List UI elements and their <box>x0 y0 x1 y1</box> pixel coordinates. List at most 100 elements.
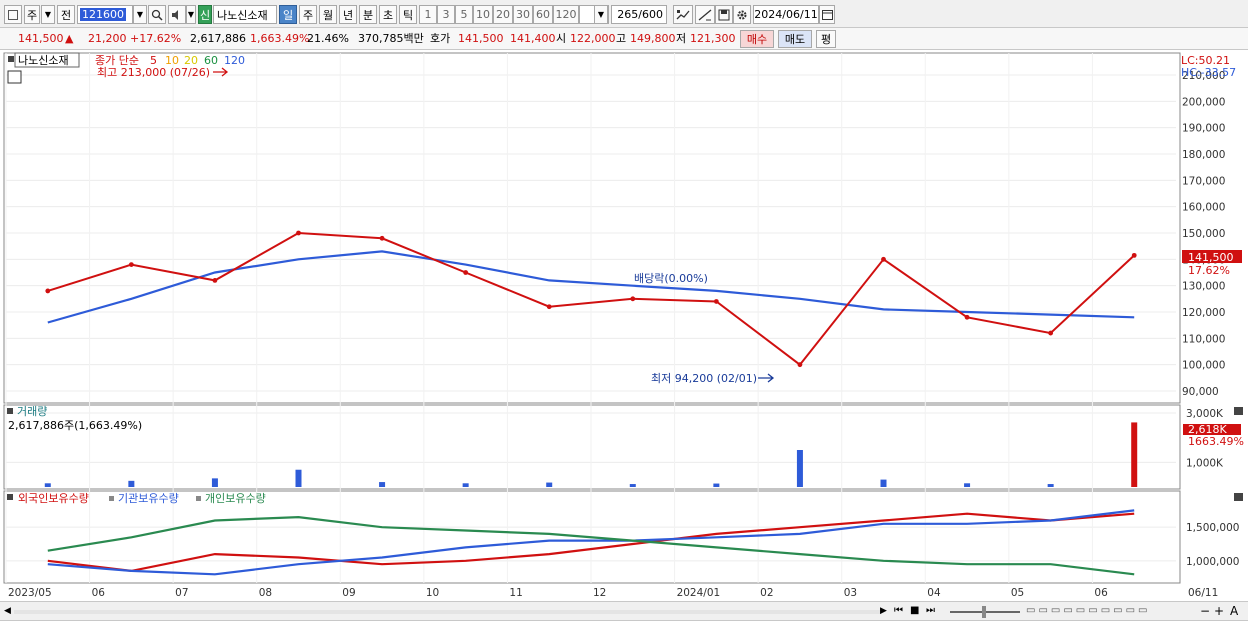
holding-y-axis: 1,000,000 1,500,000 <box>1186 522 1239 568</box>
view-tools-icons[interactable]: ▭▭▭▭▭▭▭▭▭▭ <box>1026 605 1150 616</box>
tab-period-week[interactable]: 주 <box>299 5 317 24</box>
volume-panel-frame <box>3 404 1181 490</box>
last-price-badge-text: 141,500 <box>1188 251 1234 264</box>
trade-amount: 370,785백만 <box>358 32 424 45</box>
volume-title: 거래량 <box>17 405 47 418</box>
price-y-tick-label: 160,000 <box>1182 202 1225 214</box>
tab-period-month[interactable]: 월 <box>319 5 337 24</box>
price-y-tick-label: 100,000 <box>1182 360 1225 372</box>
scroll-left-arrow-icon[interactable]: ◀ <box>4 606 11 616</box>
interval-5[interactable]: 5 <box>455 5 473 24</box>
period-prefix-button[interactable]: 주 <box>24 5 40 24</box>
tab-period-tick[interactable]: 틱 <box>399 5 417 24</box>
volume-bar <box>796 450 803 487</box>
stock-code-dropdown-chevron-icon[interactable]: ▼ <box>133 5 147 24</box>
price-change: 21,200 <box>88 32 127 45</box>
interval-30[interactable]: 30 <box>513 5 533 24</box>
interval-1[interactable]: 1 <box>419 5 437 24</box>
close-price-point <box>296 230 301 236</box>
close-price-point <box>630 296 636 302</box>
step-forward-icon[interactable]: ⏭ <box>926 605 935 616</box>
prev-button[interactable]: 전 <box>57 5 75 24</box>
data-count-field[interactable]: 265/600 <box>611 5 667 24</box>
volume-panel-marker-icon <box>7 408 13 414</box>
x-axis-label: 09 <box>342 587 355 599</box>
tab-period-second[interactable]: 초 <box>379 5 397 24</box>
sell-button[interactable]: 매도 <box>778 30 812 48</box>
window-icon[interactable] <box>4 5 22 24</box>
volume-bar <box>379 482 386 487</box>
volume-panel-close-icon[interactable] <box>1234 407 1243 415</box>
draw-line-icon[interactable] <box>695 5 715 24</box>
price-y-tick-label: 170,000 <box>1182 175 1225 187</box>
speaker-icon[interactable] <box>168 5 186 24</box>
x-axis-label: 05 <box>1011 587 1024 599</box>
chart-svg[interactable]: 90,000100,000110,000120,000130,000140,00… <box>0 51 1248 603</box>
eval-button[interactable]: 평 <box>816 30 836 48</box>
scroll-control-bar: ◀ ▶ ⏮ ■ ⏭ ▭▭▭▭▭▭▭▭▭▭ − + A <box>0 601 1248 621</box>
up-arrow-icon: ▲ <box>65 32 74 45</box>
tab-period-minute[interactable]: 분 <box>359 5 377 24</box>
data-table-icon[interactable] <box>7 70 22 84</box>
price-change-pct: +17.62% <box>130 32 182 45</box>
stock-code-input[interactable]: 121600 <box>77 5 133 24</box>
step-back-icon[interactable]: ⏮ <box>894 605 903 616</box>
data-count-total: /600 <box>638 8 663 21</box>
gear-icon[interactable] <box>733 5 751 24</box>
buy-button[interactable]: 매수 <box>740 30 774 48</box>
volume-bar <box>128 480 135 487</box>
stop-icon[interactable]: ■ <box>910 605 919 616</box>
x-axis-label: 03 <box>844 587 857 599</box>
price-y-axis: 90,000100,000110,000120,000130,000140,00… <box>1182 70 1225 398</box>
zoom-slider-handle[interactable] <box>982 606 986 618</box>
date-field[interactable]: 2024/06/11 <box>753 5 819 24</box>
dividend-annotation: 배당락(0.00%) <box>634 272 708 285</box>
holding-panel-marker-icon <box>7 494 13 500</box>
close-price-point <box>463 270 469 275</box>
search-icon[interactable] <box>148 5 166 24</box>
chart-area[interactable]: 90,000100,000110,000120,000130,000140,00… <box>0 51 1248 603</box>
zoom-in-icon[interactable]: + <box>1214 604 1224 618</box>
volume-bar <box>211 478 218 487</box>
indicator-tool-icon[interactable] <box>673 5 693 24</box>
calendar-icon[interactable] <box>819 5 835 24</box>
close-price-point <box>713 299 719 304</box>
auto-scale-icon[interactable]: A <box>1230 604 1238 618</box>
volume-bar <box>1047 484 1054 487</box>
volume-y-tick-label: 1,000K <box>1186 457 1224 469</box>
interval-60[interactable]: 60 <box>533 5 553 24</box>
last-pct-text: 17.62% <box>1188 264 1230 277</box>
holding-panel-close-icon[interactable] <box>1234 493 1243 501</box>
price-y-tick-label: 190,000 <box>1182 123 1225 135</box>
price-y-tick-label: 120,000 <box>1182 307 1225 319</box>
x-axis-label: 06 <box>1094 587 1108 599</box>
period-dropdown-chevron-icon[interactable]: ▼ <box>41 5 55 24</box>
x-axis-end-label: 06/11 <box>1188 587 1218 599</box>
price-panel-frame <box>3 52 1181 404</box>
close-price-point <box>212 278 218 283</box>
interval-120[interactable]: 120 <box>553 5 579 24</box>
interval-20[interactable]: 20 <box>493 5 513 24</box>
close-price-point <box>128 262 134 267</box>
speaker-dropdown-chevron-icon[interactable]: ▼ <box>186 5 196 24</box>
volume-pct: 1,663.49% <box>250 32 310 45</box>
tab-period-year[interactable]: 년 <box>339 5 357 24</box>
legend-institution: 기관보유수량 <box>118 492 179 505</box>
scroll-right-arrow-icon[interactable]: ▶ <box>880 606 887 616</box>
high-annotation: 최고 213,000 (07/26) <box>97 66 210 79</box>
x-axis-label: 07 <box>175 587 188 599</box>
volume-bar <box>295 469 302 487</box>
tab-period-day[interactable]: 일 <box>279 5 297 24</box>
horizontal-scrollbar[interactable] <box>14 610 880 614</box>
interval-10[interactable]: 10 <box>473 5 493 24</box>
price-y-tick-label: 200,000 <box>1182 96 1225 108</box>
turnover-rate: 21.46% <box>307 32 349 45</box>
volume-bar <box>462 483 469 487</box>
price-y-tick-label: 130,000 <box>1182 281 1225 293</box>
zoom-out-icon[interactable]: − <box>1200 604 1210 618</box>
close-price-point <box>45 288 51 294</box>
interval-3[interactable]: 3 <box>437 5 455 24</box>
save-icon[interactable] <box>715 5 733 24</box>
legend-separator-icon <box>109 496 114 501</box>
interval-dropdown-chevron-icon[interactable]: ▼ <box>594 5 608 24</box>
